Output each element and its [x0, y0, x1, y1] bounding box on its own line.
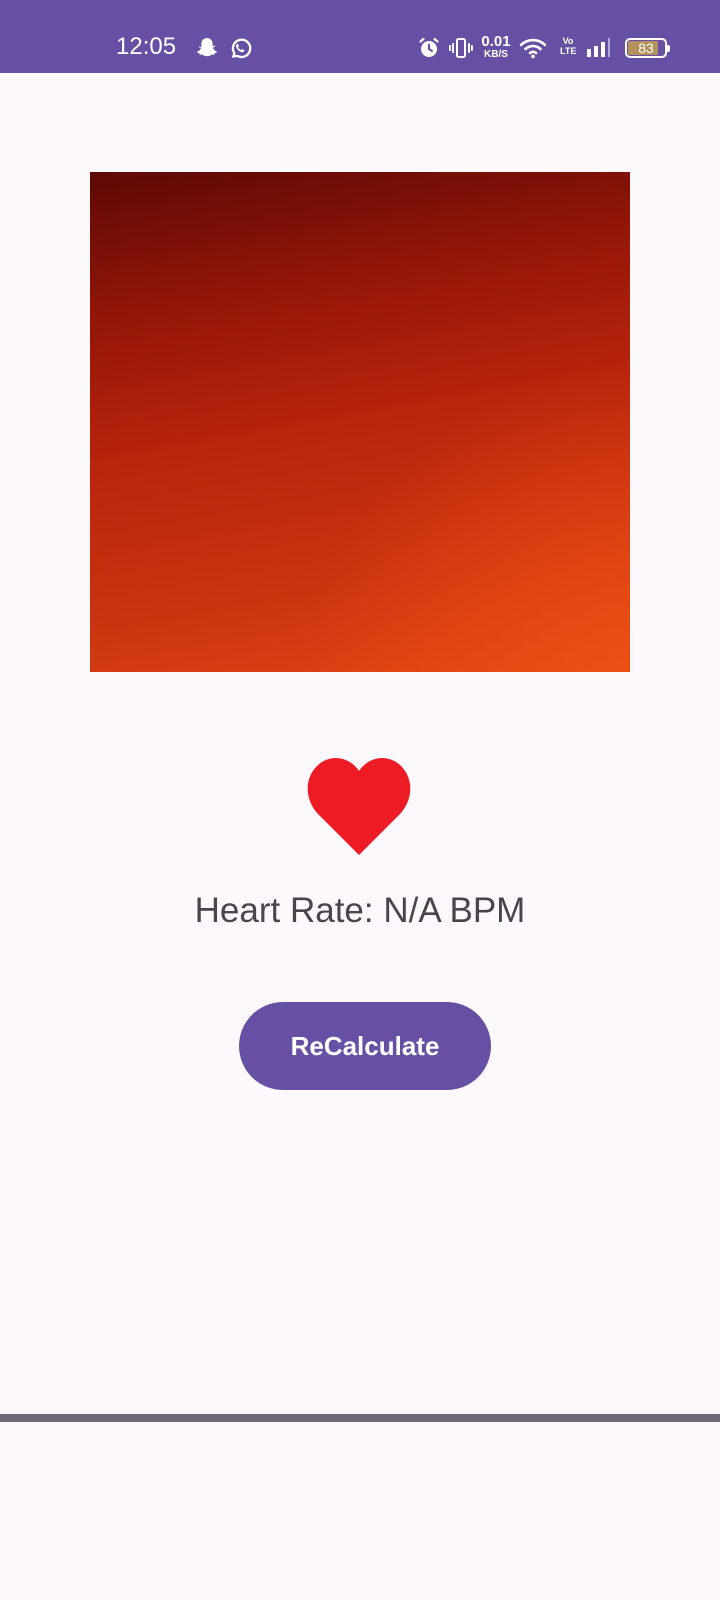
cellular-signal-icon — [587, 38, 610, 57]
recalculate-button[interactable]: ReCalculate — [239, 1002, 491, 1090]
network-speed-unit: KB/S — [484, 49, 508, 60]
status-time: 12:05 — [116, 33, 177, 60]
heart-rate-label: Heart Rate: N/A BPM — [194, 891, 526, 930]
status-bar: 12:05 0.01 KB/S Vo LTE 83 — [0, 0, 720, 73]
network-speed-value: 0.01 — [481, 33, 511, 50]
camera-preview — [90, 172, 630, 672]
network-speed: 0.01 KB/S — [479, 34, 513, 60]
heart-icon — [307, 757, 411, 855]
wifi-icon — [519, 38, 547, 59]
divider — [0, 1414, 720, 1422]
battery-icon: 83 — [625, 38, 670, 58]
whatsapp-icon — [231, 38, 252, 59]
vibrate-icon — [449, 38, 473, 58]
battery-level: 83 — [638, 40, 654, 56]
snapchat-icon — [196, 38, 218, 57]
alarm-icon — [419, 37, 439, 57]
volte-indicator: Vo LTE — [560, 36, 577, 56]
